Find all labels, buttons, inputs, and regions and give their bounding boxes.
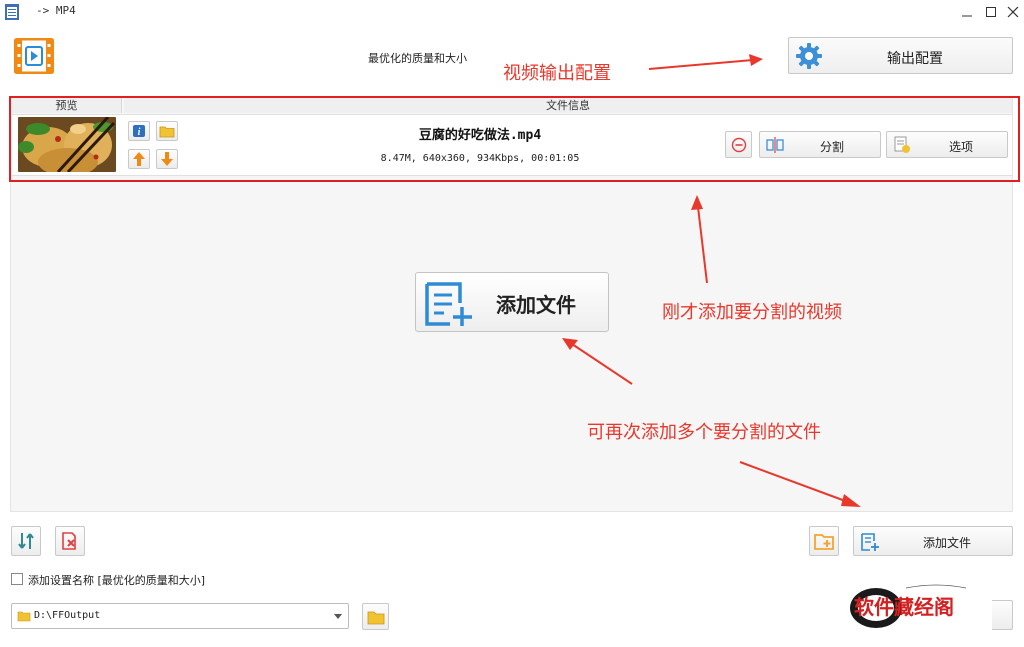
watermark-logo: 软件藏经阁 [846, 580, 992, 630]
clear-list-button[interactable] [55, 526, 85, 556]
folder-icon [17, 611, 31, 622]
watermark-text: 软件藏经阁 [854, 595, 954, 619]
add-file-bottom-button[interactable]: 添加文件 [853, 526, 1013, 556]
chevron-down-icon [334, 614, 342, 619]
close-icon[interactable] [1002, 2, 1024, 22]
annotation-added-video: 刚才添加要分割的视频 [662, 302, 842, 323]
output-config-button[interactable]: 输出配置 [788, 37, 1013, 74]
annotation-output-config: 视频输出配置 [503, 63, 611, 84]
output-path-value: D:\FFOutput [34, 610, 101, 621]
add-file-small-icon [861, 533, 879, 551]
title-bar [0, 0, 1024, 24]
gear-icon [796, 43, 822, 69]
window-title: -> MP4 [36, 4, 76, 17]
app-icon [5, 4, 19, 20]
add-file-center-label: 添加文件 [496, 293, 576, 317]
output-path-select[interactable]: D:\FFOutput [11, 603, 349, 629]
delete-file-icon [62, 532, 76, 550]
annotation-arrow-up [691, 195, 708, 284]
sort-icon [18, 533, 34, 549]
sort-button[interactable] [11, 526, 41, 556]
output-config-label: 输出配置 [887, 51, 943, 67]
add-folder-button[interactable] [809, 526, 839, 556]
add-folder-icon [814, 534, 834, 550]
quality-preset-label: 最优化的质量和大小 [368, 52, 467, 65]
browse-folder-button[interactable] [362, 603, 389, 630]
add-file-icon [425, 282, 472, 326]
video-logo-icon [14, 38, 54, 74]
annotation-arrow-right [648, 54, 763, 70]
annotation-add-more: 可再次添加多个要分割的文件 [587, 422, 821, 443]
folder-icon [367, 611, 384, 624]
add-file-center-button[interactable]: 添加文件 [415, 272, 609, 332]
annotation-arrow-up-left [562, 338, 633, 385]
annotation-arrow-down-right [739, 461, 861, 507]
maximize-icon[interactable] [980, 2, 1002, 22]
annotation-highlight-box [9, 96, 1020, 182]
minimize-icon[interactable] [956, 2, 978, 22]
add-setting-name-checkbox[interactable] [11, 573, 23, 585]
add-file-bottom-label: 添加文件 [923, 536, 972, 550]
add-setting-name-label: 添加设置名称 [最优化的质量和大小] [28, 574, 206, 587]
